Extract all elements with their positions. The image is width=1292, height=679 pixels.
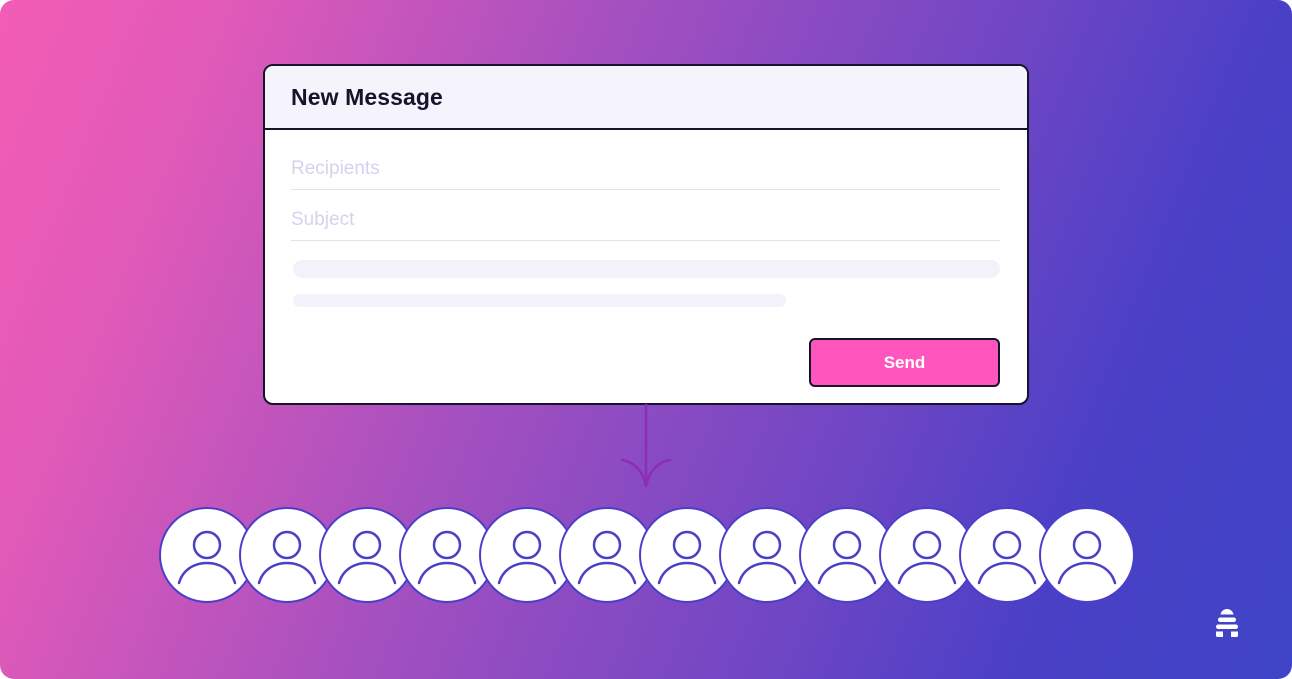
message-body-placeholder-line [293,260,1000,278]
message-body-placeholder-line-short [293,294,786,307]
new-message-window: New Message Send [263,64,1029,405]
user-icon [497,530,557,585]
recipient-avatar [1039,507,1135,603]
window-title: New Message [291,83,443,110]
window-header: New Message [265,66,1027,130]
user-icon [177,530,237,585]
recipient-avatar [479,507,575,603]
send-button[interactable]: Send [809,338,1000,387]
user-icon [417,530,477,585]
user-icon [897,530,957,585]
recipients-field [291,140,1000,190]
recipient-avatar [879,507,975,603]
recipient-avatar [319,507,415,603]
user-icon [257,530,317,585]
user-icon [657,530,717,585]
arrow-down-icon [620,404,672,488]
beehive-logo-icon [1216,609,1238,637]
recipient-avatar [239,507,335,603]
user-icon [337,530,397,585]
subject-input[interactable] [291,209,1000,231]
recipient-avatar [159,507,255,603]
user-icon [817,530,877,585]
recipient-avatar [559,507,655,603]
recipients-input[interactable] [291,158,1000,180]
recipient-avatar [639,507,735,603]
recipient-avatar [959,507,1055,603]
user-icon [577,530,637,585]
recipient-avatar [399,507,495,603]
background-canvas: New Message Send [0,0,1292,679]
subject-field [291,191,1000,241]
recipient-avatar [799,507,895,603]
user-icon [737,530,797,585]
user-icon [977,530,1037,585]
user-icon [1057,530,1117,585]
recipient-avatar [719,507,815,603]
